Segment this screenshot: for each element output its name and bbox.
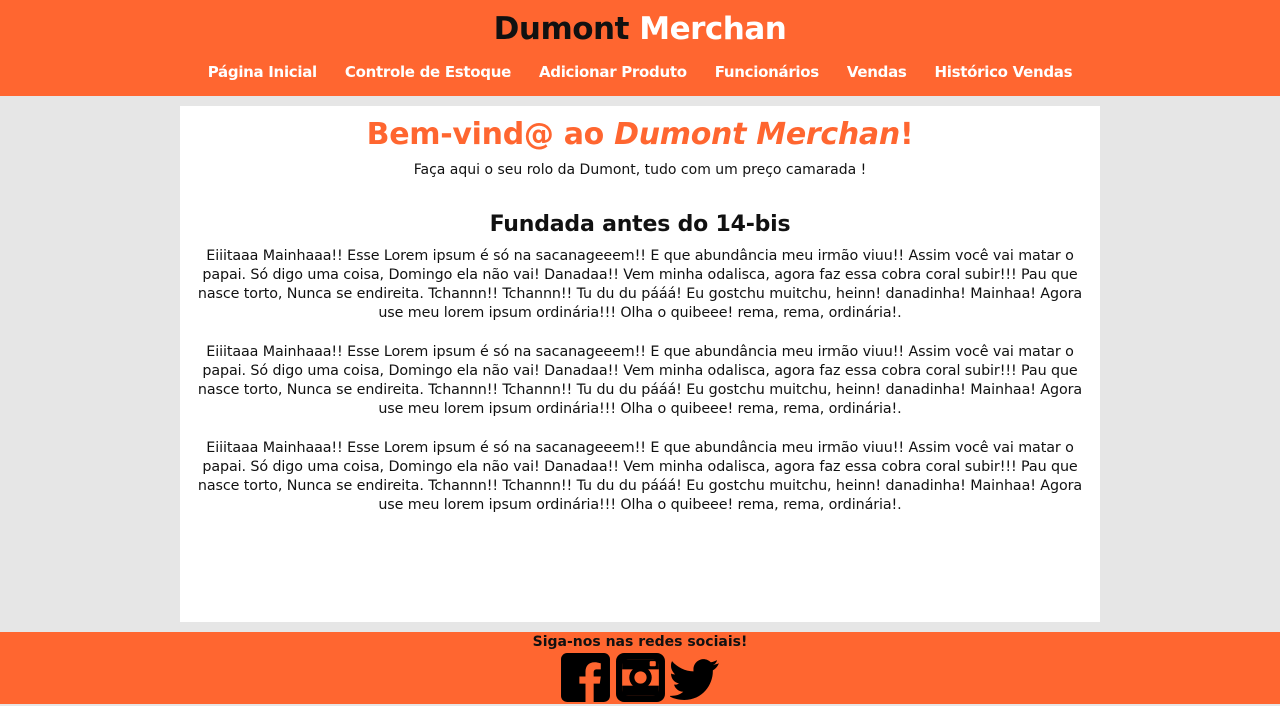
section-title: Fundada antes do 14-bis (489, 212, 791, 237)
instagram-icon[interactable] (615, 652, 666, 703)
site-brand[interactable]: Dumont Merchan (0, 0, 1280, 49)
nav-link-funcionarios[interactable]: Funcionários (715, 63, 819, 81)
welcome-prefix: Bem-vind@ ao (366, 117, 605, 152)
welcome-brand: Dumont Merchan (614, 117, 900, 152)
twitter-icon[interactable] (669, 652, 721, 703)
social-links (0, 652, 1280, 703)
facebook-icon[interactable] (560, 652, 611, 703)
site-footer: Siga-nos nas redes sociais! (0, 632, 1280, 704)
welcome-heading: Bem-vind@ ao Dumont Merchan! (180, 117, 1100, 153)
nav-link-pagina-inicial[interactable]: Página Inicial (208, 63, 317, 81)
nav-link-controle-estoque[interactable]: Controle de Estoque (345, 63, 511, 81)
paragraph-1: Eiiitaaa Mainhaaa!! Esse Lorem ipsum é s… (197, 248, 1083, 321)
paragraph-2: Eiiitaaa Mainhaaa!! Esse Lorem ipsum é s… (197, 344, 1083, 417)
welcome-suffix: ! (899, 117, 914, 152)
paragraph-3: Eiiitaaa Mainhaaa!! Esse Lorem ipsum é s… (197, 440, 1083, 513)
brand-part2: Merchan (639, 11, 787, 47)
nav-link-historico-vendas[interactable]: Histórico Vendas (935, 63, 1073, 81)
follow-text: Siga-nos nas redes sociais! (532, 634, 748, 650)
main-nav: Página Inicial Controle de Estoque Adici… (0, 63, 1280, 81)
site-header: Dumont Merchan Página Inicial Controle d… (0, 0, 1280, 96)
brand-part1: Dumont (493, 11, 630, 47)
nav-link-vendas[interactable]: Vendas (847, 63, 907, 81)
content-panel: Bem-vind@ ao Dumont Merchan! Faça aqui o… (180, 106, 1100, 622)
nav-link-adicionar-produto[interactable]: Adicionar Produto (539, 63, 687, 81)
tagline: Faça aqui o seu rolo da Dumont, tudo com… (413, 162, 867, 178)
